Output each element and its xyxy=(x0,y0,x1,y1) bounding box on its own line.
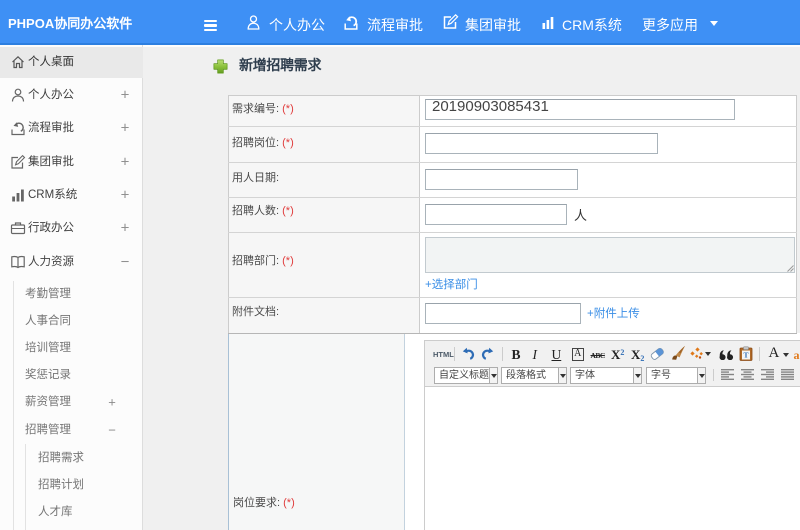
svg-text:T: T xyxy=(743,351,748,360)
